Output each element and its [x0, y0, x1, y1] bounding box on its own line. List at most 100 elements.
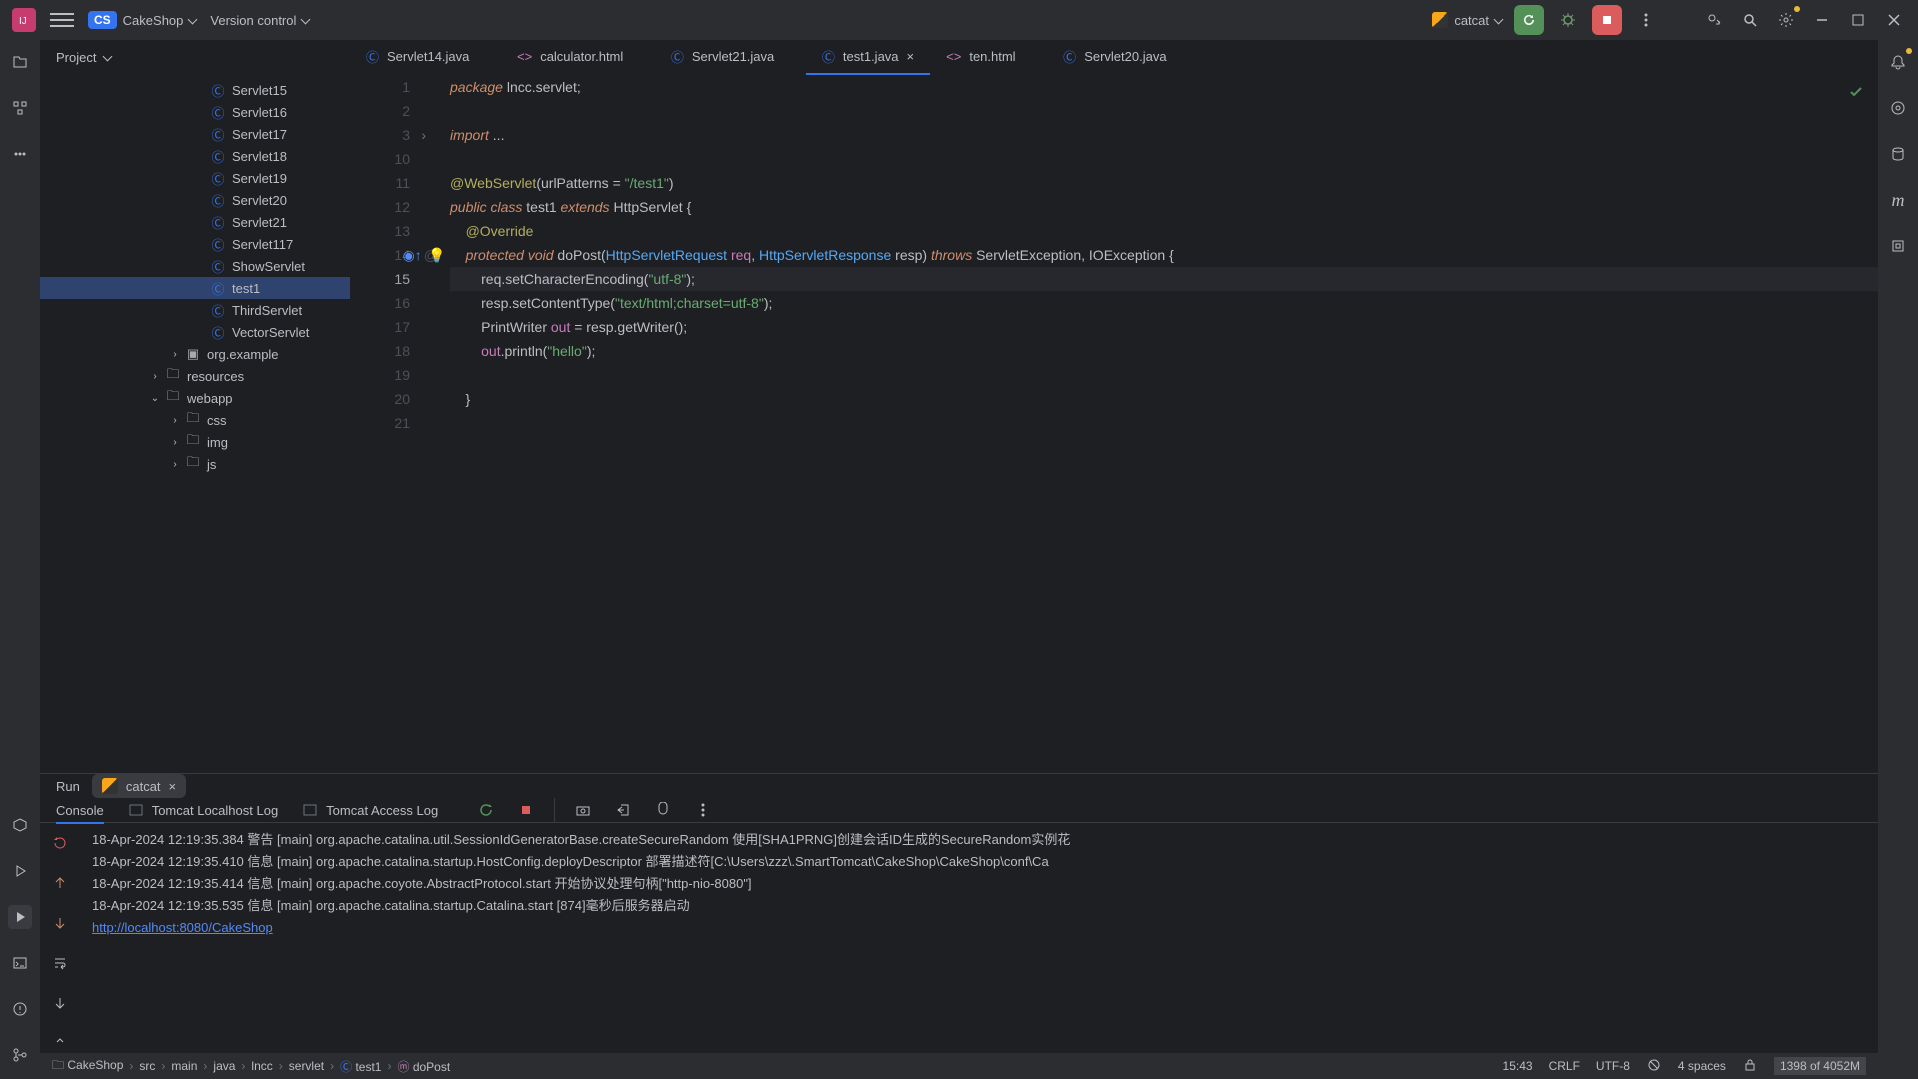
editor-tab[interactable]: ⒸServlet21.java× [655, 40, 806, 75]
git-tool-button[interactable] [8, 1043, 32, 1067]
localhost-log-tab[interactable]: Tomcat Localhost Log [128, 802, 278, 818]
gutter-line[interactable]: 13 [350, 219, 410, 243]
fold-icon[interactable]: › [421, 123, 426, 147]
file-encoding[interactable]: UTF-8 [1596, 1059, 1630, 1073]
tree-folder-item[interactable]: ›🗀js [40, 453, 350, 475]
tree-folder-item[interactable]: ›🗀css [40, 409, 350, 431]
code-line[interactable]: @WebServlet(urlPatterns = "/test1") [450, 171, 1878, 195]
database-button[interactable] [1886, 142, 1910, 166]
structure-tool-button[interactable] [8, 96, 32, 120]
thread-dump-button[interactable] [651, 798, 675, 822]
code-line[interactable]: } [450, 387, 1878, 411]
breadcrumbs[interactable]: 🗀 CakeShop›src›main›java›lncc›servlet›Ⓒ … [52, 1056, 450, 1077]
chevron-right-icon[interactable]: › [165, 349, 185, 360]
tree-folder-item[interactable]: ›▣org.example [40, 343, 350, 365]
memory-indicator[interactable]: 1398 of 4052M [1774, 1057, 1866, 1075]
project-tree[interactable]: ⒸServlet15ⒸServlet16ⒸServlet17ⒸServlet18… [40, 75, 350, 773]
tree-class-item[interactable]: ⒸServlet16 [40, 101, 350, 123]
main-menu-button[interactable] [50, 8, 74, 32]
reload-button[interactable] [1514, 5, 1544, 35]
tree-class-item[interactable]: ⒸServlet15 [40, 79, 350, 101]
gutter-line[interactable]: 1 [350, 75, 410, 99]
scroll-button[interactable] [48, 991, 72, 1015]
code-line[interactable]: import ... [450, 123, 1878, 147]
run-tool-button[interactable] [8, 905, 32, 929]
rerun-button[interactable] [474, 798, 498, 822]
run-config-tab[interactable]: catcat × [92, 774, 186, 798]
code-with-me-button[interactable] [1702, 8, 1726, 32]
tabs-more-button[interactable] [1854, 46, 1878, 70]
code-line[interactable]: @Override [450, 219, 1878, 243]
intention-bulb-icon[interactable]: 💡 [428, 243, 445, 267]
gutter-line[interactable]: 19 [350, 363, 410, 387]
code-line[interactable]: 💡 protected void doPost(HttpServletReque… [450, 243, 1878, 267]
coverage-button[interactable] [1886, 234, 1910, 258]
server-url-link[interactable]: http://localhost:8080/CakeShop [92, 920, 273, 935]
project-tool-button[interactable] [8, 50, 32, 74]
editor-tab[interactable]: <>calculator.html× [501, 40, 655, 75]
tree-class-item[interactable]: ⒸServlet21 [40, 211, 350, 233]
code-line[interactable] [450, 99, 1878, 123]
close-icon[interactable]: × [169, 779, 177, 794]
chevron-down-icon[interactable]: ⌄ [145, 393, 165, 404]
gutter-line[interactable]: 21 [350, 411, 410, 435]
code-line[interactable]: resp.setContentType("text/html;charset=u… [450, 291, 1878, 315]
gutter-line[interactable]: 16 [350, 291, 410, 315]
stop-run-button[interactable] [514, 798, 538, 822]
line-separator[interactable]: CRLF [1549, 1059, 1580, 1073]
restart-button[interactable] [48, 831, 72, 855]
override-icon[interactable]: ◉↑ [403, 243, 422, 267]
code-line[interactable] [450, 363, 1878, 387]
tree-class-item[interactable]: ⒸServlet17 [40, 123, 350, 145]
exit-button[interactable] [611, 798, 635, 822]
run-more-button[interactable] [691, 798, 715, 822]
code-line[interactable]: req.setCharacterEncoding("utf-8"); [450, 267, 1878, 291]
console-tab[interactable]: Console [56, 803, 104, 824]
gutter-line[interactable]: 14◉↑@ [350, 243, 410, 267]
chevron-right-icon[interactable]: › [165, 437, 185, 448]
tree-class-item[interactable]: ⒸServlet19 [40, 167, 350, 189]
more-tool-button[interactable] [8, 142, 32, 166]
code-line[interactable]: PrintWriter out = resp.getWriter(); [450, 315, 1878, 339]
gutter-line[interactable]: 3› [350, 123, 410, 147]
breadcrumb-item[interactable]: main [171, 1059, 197, 1073]
settings-button[interactable] [1774, 8, 1798, 32]
tree-folder-item[interactable]: ›🗀img [40, 431, 350, 453]
more-actions-button[interactable] [1634, 8, 1658, 32]
lock-icon[interactable] [1742, 1057, 1758, 1076]
breadcrumb-item[interactable]: 🗀 CakeShop [52, 1056, 123, 1077]
minimize-button[interactable] [1810, 8, 1834, 32]
code-line[interactable] [450, 411, 1878, 435]
screenshot-button[interactable] [571, 798, 595, 822]
indent-info[interactable]: 4 spaces [1678, 1059, 1726, 1073]
editor-tab[interactable]: <>ten.html× [930, 40, 1047, 75]
code-editor[interactable]: 123›1011121314◉↑@15161718192021 package … [350, 75, 1878, 773]
editor-tab[interactable]: ⒸServlet20.java× [1047, 40, 1198, 75]
terminal-tool-button[interactable] [8, 951, 32, 975]
readonly-icon[interactable] [1646, 1057, 1662, 1076]
chevron-right-icon[interactable]: › [165, 415, 185, 426]
code-line[interactable]: out.println("hello"); [450, 339, 1878, 363]
breadcrumb-item[interactable]: servlet [289, 1059, 324, 1073]
gutter-line[interactable]: 11 [350, 171, 410, 195]
build-tool-button[interactable] [8, 813, 32, 837]
tree-folder-item[interactable]: ›🗀resources [40, 365, 350, 387]
tree-class-item[interactable]: ⒸServlet18 [40, 145, 350, 167]
expand-button[interactable] [48, 1031, 72, 1055]
gutter-line[interactable]: 2 [350, 99, 410, 123]
breadcrumb-item[interactable]: ⓜ doPost [397, 1058, 450, 1075]
project-tool-header[interactable]: Project [40, 50, 350, 65]
wrap-button[interactable] [48, 951, 72, 975]
maven-button[interactable]: m [1886, 188, 1910, 212]
tree-class-item[interactable]: ⒸThirdServlet [40, 299, 350, 321]
stop-button[interactable] [1592, 5, 1622, 35]
up-button[interactable] [48, 871, 72, 895]
tree-folder-item[interactable]: ⌄🗀webapp [40, 387, 350, 409]
gutter-line[interactable]: 20 [350, 387, 410, 411]
line-gutter[interactable]: 123›1011121314◉↑@15161718192021 [350, 75, 420, 773]
tree-class-item[interactable]: Ⓒtest1 [40, 277, 350, 299]
code-line[interactable] [450, 147, 1878, 171]
editor-tab[interactable]: ⒸServlet14.java× [350, 40, 501, 75]
close-button[interactable] [1882, 8, 1906, 32]
gutter-line[interactable]: 10 [350, 147, 410, 171]
